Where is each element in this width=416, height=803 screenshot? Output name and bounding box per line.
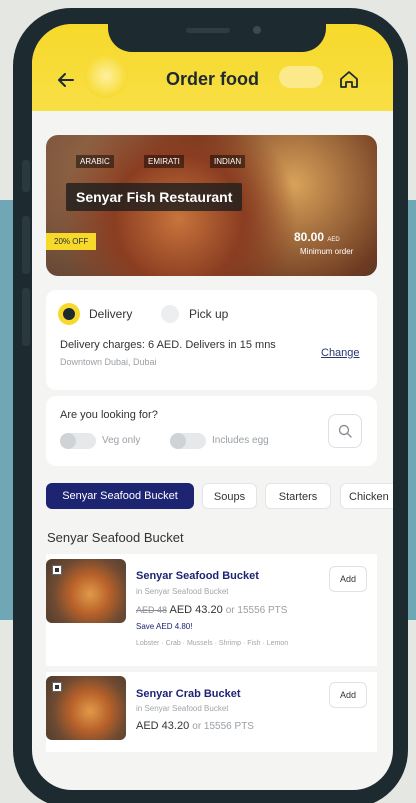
add-button[interactable]: Add <box>329 566 367 592</box>
dish-card[interactable]: Senyar Seafood Bucket in Senyar Seafood … <box>46 554 377 666</box>
phone-side-button <box>22 160 30 192</box>
cuisine-tag: INDIAN <box>210 155 246 168</box>
delivery-charges-text: Delivery charges: 6 AED. Delivers in 15 … <box>60 339 276 351</box>
restaurant-banner[interactable]: ARABIC EMIRATI INDIAN Senyar Fish Restau… <box>46 135 377 276</box>
dish-name: Senyar Crab Bucket <box>136 688 241 700</box>
includes-egg-toggle[interactable] <box>170 433 206 449</box>
category-chip-starters[interactable]: Starters <box>265 483 331 509</box>
dish-image <box>46 676 126 740</box>
dish-category: in Senyar Seafood Bucket <box>136 587 229 596</box>
home-icon <box>340 71 358 88</box>
category-chip-soups[interactable]: Soups <box>202 483 257 509</box>
cuisine-tag: EMIRATI <box>144 155 184 168</box>
phone-side-button <box>22 288 30 346</box>
dietary-filter-card: Are you looking for? Veg only Includes e… <box>46 396 377 466</box>
current-price: AED 43.20 <box>169 604 223 616</box>
change-location-link[interactable]: Change <box>321 347 360 359</box>
front-camera <box>253 26 261 34</box>
points-price: or 15556 PTS <box>192 721 254 732</box>
home-button[interactable] <box>338 68 364 94</box>
filter-title: Are you looking for? <box>60 409 158 421</box>
minimum-order-label: Minimum order <box>300 247 354 256</box>
ingredients-text: Lobster · Crab · Mussels · Shrimp · Fish… <box>136 640 289 647</box>
savings-text: Save AED 4.80! <box>136 622 193 631</box>
dish-image <box>46 559 126 623</box>
delivery-options-card: Delivery Pick up Delivery charges: 6 AED… <box>46 290 377 390</box>
notch-speaker <box>186 28 230 33</box>
delivery-radio[interactable] <box>60 305 78 323</box>
minimum-order-currency: AED <box>327 237 340 243</box>
delivery-location: Downtown Dubai, Dubai <box>60 357 157 367</box>
food-type-icon <box>52 682 62 692</box>
pickup-label[interactable]: Pick up <box>189 307 228 321</box>
restaurant-name: Senyar Fish Restaurant <box>66 183 243 211</box>
old-price: AED 48 <box>136 605 168 615</box>
add-button[interactable]: Add <box>329 682 367 708</box>
cuisine-tag: ARABIC <box>76 155 114 168</box>
search-icon <box>338 424 352 438</box>
veg-only-label: Veg only <box>102 435 141 446</box>
delivery-label[interactable]: Delivery <box>89 307 132 321</box>
dish-card[interactable]: Senyar Crab Bucket in Senyar Seafood Buc… <box>46 672 377 752</box>
current-price: AED 43.20 <box>136 720 190 732</box>
pickup-radio[interactable] <box>161 305 179 323</box>
veg-only-toggle[interactable] <box>60 433 96 449</box>
dish-category: in Senyar Seafood Bucket <box>136 704 229 713</box>
search-button[interactable] <box>328 414 362 448</box>
offer-badge: 20% OFF <box>46 233 97 250</box>
includes-egg-label: Includes egg <box>212 435 269 446</box>
phone-screen: Order food ARABIC EMIRATI INDIAN Senyar … <box>32 24 393 790</box>
minimum-order-amount: 80.00 AED <box>294 230 340 244</box>
dish-price-line: AED 48 AED 43.20 or 15556 PTS <box>136 604 287 616</box>
phone-notch <box>108 24 326 52</box>
section-title: Senyar Seafood Bucket <box>47 530 184 545</box>
dish-name: Senyar Seafood Bucket <box>136 570 259 582</box>
points-price: or 15556 PTS <box>225 605 288 616</box>
category-chip-seafood-bucket[interactable]: Senyar Seafood Bucket <box>46 483 194 509</box>
category-chip-chicken[interactable]: Chicken <box>340 483 393 509</box>
food-type-icon <box>52 565 62 575</box>
minimum-order-value: 80.00 <box>294 230 325 244</box>
phone-side-button <box>22 216 30 274</box>
dish-price-line: AED 43.20 or 15556 PTS <box>136 720 254 732</box>
